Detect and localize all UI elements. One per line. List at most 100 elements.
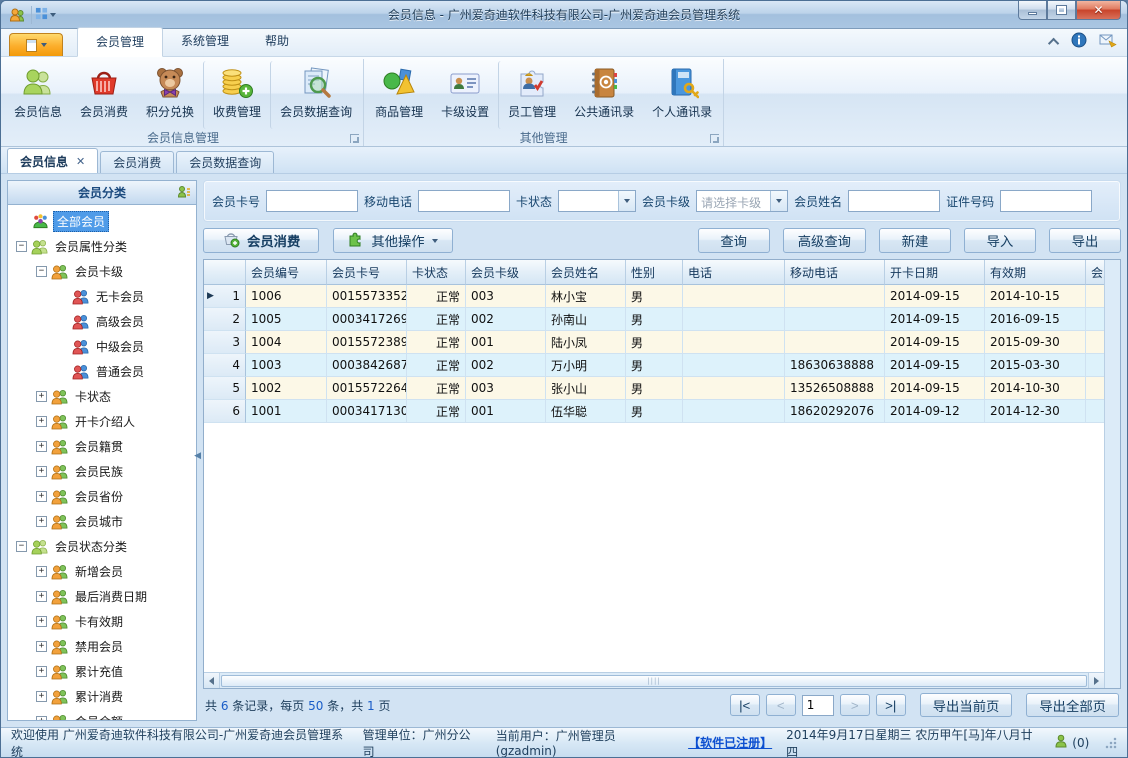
ribbon-button[interactable]: 会员信息 <box>5 61 71 129</box>
ribbon-tab-2[interactable]: 系统管理 <box>163 27 247 56</box>
query-button[interactable]: 查询 <box>697 228 770 253</box>
tree-item[interactable]: 中级会员 <box>8 334 196 359</box>
column-header[interactable]: 开卡日期 <box>885 260 985 285</box>
close-tab-icon[interactable]: ✕ <box>76 155 85 168</box>
expand-icon[interactable]: + <box>36 516 47 527</box>
other-operations-dropdown[interactable]: 其他操作 <box>333 228 453 253</box>
dialog-launcher-icon[interactable] <box>710 134 720 143</box>
prev-page-button[interactable]: < <box>765 694 796 716</box>
combo-dropdown-button[interactable] <box>770 191 788 211</box>
category-settings-icon[interactable] <box>177 185 191 202</box>
member-consume-button[interactable]: 会员消费 <box>203 228 320 253</box>
doc-tab-3[interactable]: 会员数据查询 <box>176 151 275 173</box>
next-page-button[interactable]: > <box>839 694 870 716</box>
tree-item[interactable]: − 会员状态分类 <box>8 534 196 559</box>
advanced-query-button[interactable]: 高级查询 <box>782 228 866 253</box>
last-page-button[interactable]: >| <box>875 694 906 716</box>
expand-icon[interactable]: + <box>36 616 47 627</box>
close-button[interactable]: ✕ <box>1076 1 1121 20</box>
tree-item[interactable]: + 会员余额 <box>8 709 196 720</box>
scrollbar-thumb[interactable] <box>221 674 1087 687</box>
expand-icon[interactable]: + <box>36 491 47 502</box>
tree-item[interactable]: + 卡有效期 <box>8 609 196 634</box>
maximize-button[interactable] <box>1047 1 1076 20</box>
expand-icon[interactable]: + <box>36 591 47 602</box>
card-status-select[interactable] <box>558 190 637 212</box>
tree-item[interactable]: 高级会员 <box>8 309 196 334</box>
vertical-scrollbar[interactable] <box>1104 260 1120 688</box>
table-row[interactable]: 4 1003 0003842687 正常 002 万小明男 18630638888 2014-… <box>204 354 1104 377</box>
horizontal-scrollbar[interactable] <box>204 672 1104 688</box>
collapse-icon[interactable]: − <box>36 266 47 277</box>
expand-icon[interactable]: + <box>36 416 47 427</box>
doc-tab-2[interactable]: 会员消费 <box>100 151 175 173</box>
table-row[interactable]: 5 1002 0015572264 正常 003 张小山男 13526508888 2014-… <box>204 377 1104 400</box>
tree-item[interactable]: + 最后消费日期 <box>8 584 196 609</box>
tree-item[interactable]: + 累计消费 <box>8 684 196 709</box>
ribbon-tab-3[interactable]: 帮助 <box>247 27 307 56</box>
table-row[interactable]: 6 1001 0003417130 正常 001 伍华聪男 18620292076 2014-… <box>204 400 1104 423</box>
feedback-mail-icon[interactable] <box>1099 33 1117 51</box>
scroll-right-button[interactable] <box>1088 673 1104 688</box>
dialog-launcher-icon[interactable] <box>350 134 360 143</box>
first-page-button[interactable]: |< <box>729 694 760 716</box>
table-row[interactable]: 3 1004 0015572389 正常 001 陆小凤男 2014-09-15 2015-0… <box>204 331 1104 354</box>
column-header[interactable] <box>204 260 246 285</box>
tree-item[interactable]: + 会员省份 <box>8 484 196 509</box>
tree-item[interactable]: 无卡会员 <box>8 284 196 309</box>
tree-item[interactable]: − 会员属性分类 <box>8 234 196 259</box>
column-header[interactable]: 会员卡号 <box>327 260 407 285</box>
tree-item[interactable]: + 会员民族 <box>8 459 196 484</box>
import-button[interactable]: 导入 <box>964 228 1036 253</box>
member-card-no-input[interactable] <box>266 190 359 212</box>
ribbon-button[interactable]: 个人通讯录 <box>643 61 721 129</box>
tree-item[interactable]: + 卡状态 <box>8 384 196 409</box>
collapse-panel-arrow[interactable]: ◀ <box>194 451 201 461</box>
application-menu-button[interactable] <box>9 33 63 56</box>
column-header[interactable]: 会员编号 <box>246 260 327 285</box>
scroll-left-button[interactable] <box>204 673 220 688</box>
new-button[interactable]: 新建 <box>879 228 951 253</box>
column-header[interactable]: 性别 <box>626 260 683 285</box>
minimize-button[interactable] <box>1018 1 1047 20</box>
ribbon-button[interactable]: 会员数据查询 <box>270 61 361 129</box>
expand-icon[interactable]: + <box>36 466 47 477</box>
tree-item[interactable]: + 新增会员 <box>8 559 196 584</box>
ribbon-button[interactable]: 会员消费 <box>71 61 137 129</box>
info-icon[interactable] <box>1071 32 1087 51</box>
tree-item[interactable]: 全部会员 <box>8 209 196 234</box>
tree-item[interactable]: − 会员卡级 <box>8 259 196 284</box>
page-number-input[interactable] <box>801 694 834 716</box>
tree-item[interactable]: + 累计充值 <box>8 659 196 684</box>
mobile-phone-input[interactable] <box>418 190 511 212</box>
column-header[interactable]: 卡状态 <box>407 260 466 285</box>
column-header[interactable]: 会员姓名 <box>546 260 626 285</box>
ribbon-button[interactable]: 公共通讯录 <box>565 61 643 129</box>
column-header[interactable]: 会员卡级 <box>466 260 546 285</box>
collapse-ribbon-icon[interactable] <box>1047 37 1060 49</box>
tree-item[interactable]: + 开卡介绍人 <box>8 409 196 434</box>
expand-icon[interactable]: + <box>36 566 47 577</box>
tree-item[interactable]: + 会员城市 <box>8 509 196 534</box>
tree-item[interactable]: + 禁用会员 <box>8 634 196 659</box>
expand-icon[interactable]: + <box>36 441 47 452</box>
expand-icon[interactable]: + <box>36 641 47 652</box>
expand-icon[interactable]: + <box>36 666 47 677</box>
export-button[interactable]: 导出 <box>1049 228 1121 253</box>
member-name-input[interactable] <box>848 190 941 212</box>
column-header[interactable]: 有效期 <box>985 260 1086 285</box>
card-level-select[interactable]: 请选择卡级 <box>696 190 789 212</box>
id-number-input[interactable] <box>1000 190 1093 212</box>
tree-item[interactable]: + 会员籍贯 <box>8 434 196 459</box>
table-row[interactable]: ▶ 1 1006 0015573352 正常 003 林小宝男 2014-09-15 2014-… <box>204 285 1104 308</box>
ribbon-button[interactable]: 收费管理 <box>203 61 270 129</box>
resize-grip-icon[interactable] <box>1105 736 1117 749</box>
column-header[interactable]: 移动电话 <box>785 260 885 285</box>
expand-icon[interactable]: + <box>36 391 47 402</box>
collapse-icon[interactable]: − <box>16 241 27 252</box>
ribbon-button[interactable]: 积分兑换 <box>137 61 203 129</box>
expand-icon[interactable]: + <box>36 691 47 702</box>
ribbon-tab-1[interactable]: 会员管理 <box>77 27 164 57</box>
doc-tab-1[interactable]: 会员信息 ✕ <box>7 148 99 173</box>
software-registered-link[interactable]: 【软件已注册】 <box>688 734 772 751</box>
